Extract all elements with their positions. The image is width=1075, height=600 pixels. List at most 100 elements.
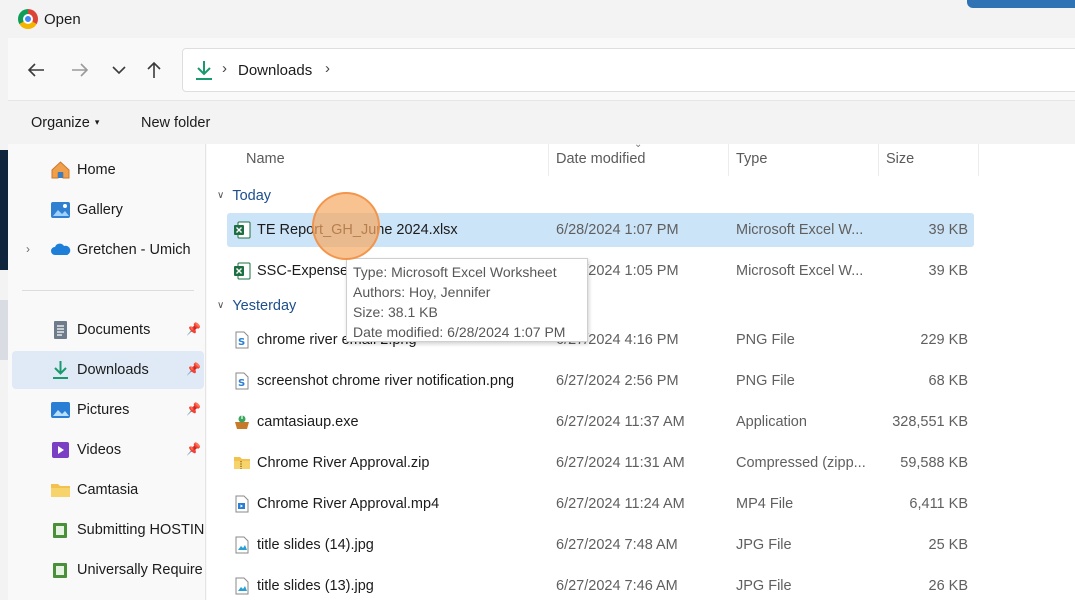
- file-info-tooltip: Type: Microsoft Excel Worksheet Authors:…: [346, 258, 588, 342]
- column-header-label: Size: [886, 151, 915, 167]
- folder-icon: [51, 484, 70, 497]
- navigation-pane: Home Gallery › Gretchen - Umich Document…: [8, 144, 206, 600]
- organize-button[interactable]: Organize ▾: [31, 115, 99, 131]
- png-file-icon: S: [235, 372, 249, 390]
- file-type: Compressed (zipp...: [736, 455, 866, 471]
- file-size: 26 KB: [928, 578, 969, 594]
- zip-folder-icon: [234, 457, 250, 469]
- excel-icon: [234, 221, 251, 239]
- sidebar-item-universally-require[interactable]: Universally Require: [12, 551, 204, 589]
- file-type: Microsoft Excel W...: [736, 222, 864, 238]
- svg-text:S: S: [238, 378, 245, 389]
- file-type: Application: [736, 414, 807, 430]
- sidebar-item-onedrive[interactable]: › Gretchen - Umich: [12, 231, 204, 269]
- file-row[interactable]: Chrome River Approval.zip 6/27/2024 11:3…: [227, 446, 974, 480]
- file-row[interactable]: title slides (13).jpg 6/27/2024 7:46 AM …: [227, 569, 974, 600]
- sidebar-item-submitting-hostin[interactable]: Submitting HOSTIN: [12, 511, 204, 549]
- file-size: 39 KB: [928, 263, 969, 279]
- file-type: PNG File: [736, 373, 795, 389]
- column-header-label: Date modified: [556, 151, 646, 167]
- tooltip-authors: Authors: Hoy, Jennifer: [353, 284, 491, 300]
- file-name: title slides (14).jpg: [257, 537, 374, 553]
- file-size: 68 KB: [928, 373, 969, 389]
- column-header-size[interactable]: Size: [879, 144, 979, 176]
- videos-icon: [52, 442, 69, 458]
- file-date: 6/28/2024 1:07 PM: [556, 222, 679, 238]
- column-header-label: Name: [246, 151, 285, 167]
- file-name: camtasiaup.exe: [257, 414, 359, 430]
- file-size: 39 KB: [928, 222, 969, 238]
- sidebar-item-label: Downloads: [77, 362, 149, 378]
- file-type: PNG File: [736, 332, 795, 348]
- tooltip-type: Type: Microsoft Excel Worksheet: [353, 264, 557, 280]
- arrow-left-icon: [27, 63, 44, 77]
- png-file-icon: S: [235, 331, 249, 349]
- onedrive-cloud-icon: [51, 243, 71, 255]
- file-row[interactable]: camtasiaup.exe 6/27/2024 11:37 AM Applic…: [227, 405, 974, 439]
- chevron-down-icon: ∨: [217, 190, 225, 201]
- back-button[interactable]: [21, 56, 51, 84]
- file-name: Chrome River Approval.mp4: [257, 496, 440, 512]
- file-type: JPG File: [736, 578, 792, 594]
- sidebar-item-label: Submitting HOSTIN: [77, 522, 205, 538]
- chevron-down-icon: ∨: [217, 300, 225, 311]
- chrome-icon: [18, 9, 38, 29]
- excel-icon: [234, 262, 251, 280]
- pin-icon: 📌: [186, 362, 201, 376]
- home-icon: [51, 161, 70, 179]
- address-bar[interactable]: › Downloads ›: [182, 48, 1075, 92]
- chevron-right-icon[interactable]: ›: [26, 242, 30, 256]
- column-header-name[interactable]: Name: [207, 144, 549, 176]
- image-file-icon: [235, 577, 249, 595]
- recent-locations-button[interactable]: [104, 56, 134, 84]
- file-type: MP4 File: [736, 496, 794, 512]
- breadcrumb-downloads[interactable]: Downloads: [238, 62, 312, 79]
- image-file-icon: [235, 536, 249, 554]
- forward-button[interactable]: [65, 56, 95, 84]
- sidebar-item-home[interactable]: Home: [12, 151, 204, 189]
- command-bar: Organize ▾ New folder: [8, 100, 1075, 144]
- navigation-bar: › Downloads ›: [8, 38, 1075, 100]
- file-size: 25 KB: [928, 537, 969, 553]
- sidebar-item-label: Gretchen - Umich: [77, 242, 191, 258]
- file-name: title slides (13).jpg: [257, 578, 374, 594]
- sidebar-item-gallery[interactable]: Gallery: [12, 191, 204, 229]
- sidebar-item-videos[interactable]: Videos 📌: [12, 431, 204, 469]
- sidebar-item-camtasia[interactable]: Camtasia: [12, 471, 204, 509]
- sidebar-item-label: Gallery: [77, 202, 123, 218]
- group-header-today[interactable]: ∨ Today: [217, 188, 271, 204]
- column-header-type[interactable]: Type: [729, 144, 879, 176]
- group-label: Yesterday: [232, 298, 297, 314]
- sidebar-item-label: Videos: [77, 442, 122, 458]
- file-row[interactable]: S chrome river email 2.png 6/27/2024 4:1…: [227, 323, 974, 357]
- file-size: 328,551 KB: [892, 414, 968, 430]
- file-row[interactable]: S screenshot chrome river notification.p…: [227, 364, 974, 398]
- up-button[interactable]: [139, 56, 169, 84]
- window-title: Open: [44, 11, 81, 28]
- group-header-yesterday[interactable]: ∨ Yesterday: [217, 298, 296, 314]
- installer-icon: [235, 415, 249, 429]
- file-name: Chrome River Approval.zip: [257, 455, 430, 471]
- column-header-label: Type: [736, 151, 768, 167]
- file-row[interactable]: title slides (14).jpg 6/27/2024 7:48 AM …: [227, 528, 974, 562]
- sidebar-item-label: Camtasia: [77, 482, 139, 498]
- download-icon: [53, 361, 68, 379]
- file-date: 6/27/2024 2:56 PM: [556, 373, 679, 389]
- sidebar-item-documents[interactable]: Documents 📌: [12, 311, 204, 349]
- sidebar-divider: [22, 290, 194, 291]
- pictures-icon: [51, 402, 70, 418]
- video-file-icon: [235, 495, 249, 513]
- new-folder-button[interactable]: New folder: [141, 115, 210, 131]
- sidebar-item-label: Pictures: [77, 402, 130, 418]
- sidebar-item-downloads[interactable]: Downloads 📌: [12, 351, 204, 389]
- pin-icon: 📌: [186, 402, 201, 416]
- sidebar-item-pictures[interactable]: Pictures 📌: [12, 391, 204, 429]
- sort-indicator-icon: ⌄: [634, 139, 643, 150]
- pin-icon: 📌: [186, 322, 201, 336]
- spreadsheet-folder-icon: [53, 563, 67, 578]
- breadcrumb-separator-icon[interactable]: ›: [325, 60, 330, 77]
- file-row[interactable]: Chrome River Approval.mp4 6/27/2024 11:2…: [227, 487, 974, 521]
- documents-icon: [54, 321, 67, 339]
- arrow-right-icon: [72, 63, 89, 77]
- breadcrumb-separator-icon: ›: [222, 60, 227, 77]
